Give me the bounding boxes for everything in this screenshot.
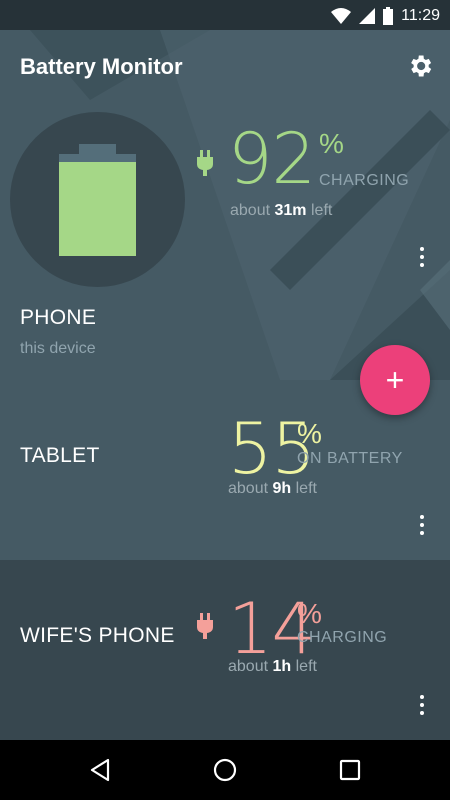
navigation-bar [0, 740, 450, 800]
gear-icon [411, 55, 432, 77]
add-device-button[interactable]: + [360, 345, 430, 415]
battery-graphic [10, 112, 185, 287]
percent-sign: % [319, 128, 344, 159]
device-name: PHONE [20, 306, 97, 329]
time-suffix: left [295, 658, 317, 675]
recents-button[interactable] [335, 755, 365, 785]
battery-fill [59, 162, 136, 256]
battery-state: CHARGING [297, 629, 388, 646]
signal-icon [359, 8, 376, 24]
back-icon [90, 758, 110, 782]
recents-icon [339, 759, 361, 781]
time-value: 1h [272, 658, 292, 675]
battery-icon [383, 7, 394, 25]
time-value: 31m [274, 202, 307, 219]
tablet-overflow-menu-button[interactable] [410, 511, 434, 539]
percent-sign: % [297, 418, 322, 449]
battery-state: ON BATTERY [297, 450, 403, 467]
wifi-icon [331, 8, 352, 24]
time-prefix: about [230, 202, 271, 219]
wifes-phone-overflow-menu-button[interactable] [410, 691, 434, 719]
battery-level: 92 [228, 118, 316, 200]
time-remaining: about 1h left [228, 658, 317, 676]
back-button[interactable] [85, 755, 115, 785]
status-bar: 11:29 [0, 0, 450, 30]
time-remaining: about 9h left [228, 480, 317, 498]
plus-icon: + [385, 362, 405, 398]
time-prefix: about [228, 658, 269, 675]
wifes-phone-card[interactable]: WIFE'S PHONE 14 % CHARGING about 1h left [0, 560, 450, 740]
device-subtitle: this device [20, 340, 96, 357]
phone-overflow-menu-button[interactable] [410, 243, 434, 271]
plug-icon [197, 613, 213, 639]
status-time: 11:29 [401, 7, 440, 24]
home-button[interactable] [210, 755, 240, 785]
battery-state: CHARGING [319, 172, 410, 189]
phone-card[interactable]: Battery Monitor 92 % CHARGING about 31m … [0, 30, 450, 380]
time-suffix: left [310, 202, 333, 219]
time-suffix: left [295, 480, 317, 497]
settings-button[interactable] [404, 50, 436, 82]
time-prefix: about [228, 480, 269, 497]
status-icons: 11:29 [331, 6, 440, 26]
battery-body [59, 154, 136, 256]
plug-icon [197, 150, 213, 176]
device-name: TABLET [20, 444, 100, 467]
time-remaining: about 31m left [230, 202, 332, 220]
percent-sign: % [297, 598, 322, 629]
device-name: WIFE'S PHONE [20, 624, 175, 647]
time-value: 9h [272, 480, 292, 497]
home-icon [213, 758, 237, 782]
app-title: Battery Monitor [20, 54, 183, 79]
